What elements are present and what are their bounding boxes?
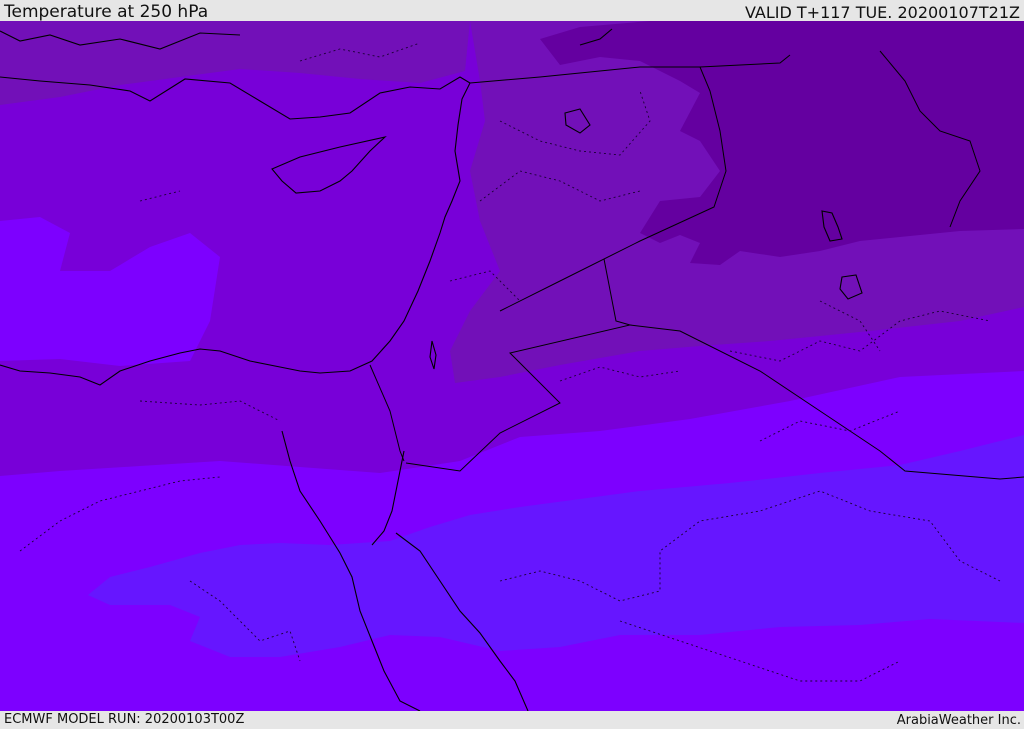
- map-footer: ECMWF MODEL RUN: 20200103T00Z ArabiaWeat…: [0, 711, 1024, 729]
- valid-time: VALID T+117 TUE. 20200107T21Z: [744, 3, 1020, 22]
- map-header: Temperature at 250 hPa VALID T+117 TUE. …: [0, 0, 1024, 22]
- credit-text: ArabiaWeather Inc.: [896, 713, 1021, 728]
- model-run: ECMWF MODEL RUN: 20200103T00Z: [4, 712, 245, 727]
- map-title: Temperature at 250 hPa: [4, 2, 209, 22]
- temperature-map[interactable]: [0, 21, 1024, 711]
- map-canvas: [0, 21, 1024, 711]
